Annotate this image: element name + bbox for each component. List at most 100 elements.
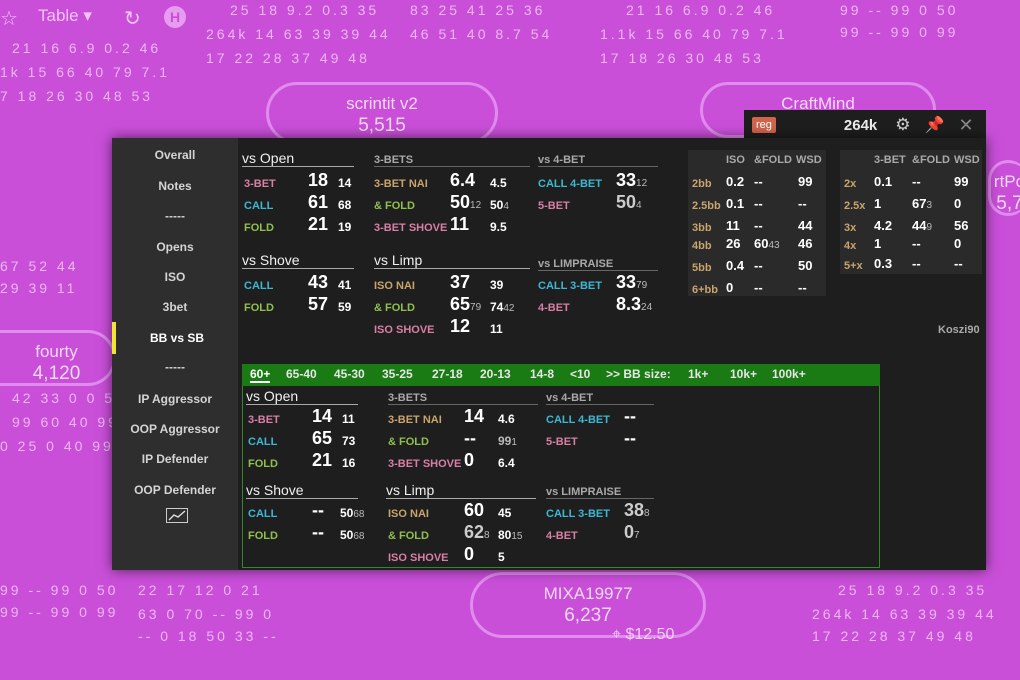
table-cell[interactable]: 56 bbox=[954, 218, 968, 233]
table-cell[interactable]: -- bbox=[912, 236, 921, 251]
table-cell[interactable]: 6043 bbox=[754, 236, 780, 251]
stat-value[interactable]: 3312 bbox=[616, 170, 647, 191]
table-cell[interactable]: 26 bbox=[726, 236, 740, 251]
popup-titlebar[interactable]: reg 264k ⚙ 📌 ✕ bbox=[744, 110, 986, 140]
tab-1k-plus[interactable]: 1k+ bbox=[688, 367, 708, 381]
table-cell[interactable]: 0 bbox=[726, 280, 733, 295]
tab-27-18[interactable]: 27-18 bbox=[432, 367, 463, 381]
stat-value[interactable]: 388 bbox=[624, 500, 650, 521]
stat-value[interactable]: 61 bbox=[308, 192, 328, 213]
stat-value[interactable]: 21 bbox=[312, 450, 332, 471]
gear-icon[interactable]: ⚙ bbox=[895, 115, 910, 135]
tab-less-than-10[interactable]: <10 bbox=[570, 367, 590, 381]
stat-value[interactable]: 21 bbox=[308, 214, 328, 235]
close-icon[interactable]: ✕ bbox=[958, 115, 973, 136]
stat-value[interactable]: 37 bbox=[450, 272, 470, 293]
table-cell[interactable]: 0.1 bbox=[726, 196, 744, 211]
table-cell[interactable]: 44 bbox=[798, 218, 812, 233]
stat-value[interactable]: 8.324 bbox=[616, 294, 652, 315]
stat-value[interactable]: 5012 bbox=[450, 192, 481, 213]
table-cell[interactable]: 1 bbox=[874, 196, 881, 211]
stat-value[interactable]: 14 bbox=[312, 406, 332, 427]
sidebar-item-overall[interactable]: Overall bbox=[112, 148, 238, 162]
hud-icon[interactable]: H bbox=[164, 6, 186, 28]
table-cell[interactable]: -- bbox=[754, 196, 763, 211]
table-cell[interactable]: 0 bbox=[954, 236, 961, 251]
column-header: WSD bbox=[796, 154, 822, 166]
sidebar-item-notes[interactable]: Notes bbox=[112, 179, 238, 193]
refresh-icon[interactable]: ↻ bbox=[124, 6, 141, 31]
table-cell[interactable]: 0.3 bbox=[874, 256, 892, 271]
table-cell[interactable]: -- bbox=[912, 256, 921, 271]
stat-value[interactable]: -- bbox=[312, 522, 324, 543]
stat-value[interactable]: 6.4 bbox=[450, 170, 475, 191]
table-cell[interactable]: -- bbox=[754, 218, 763, 233]
tab-10k-plus[interactable]: 10k+ bbox=[730, 367, 757, 381]
stat-value[interactable]: 43 bbox=[308, 272, 328, 293]
sidebar-item-ip-aggressor[interactable]: IP Aggressor bbox=[112, 392, 238, 406]
stat-value[interactable]: -- bbox=[624, 428, 636, 449]
stat-value[interactable]: 60 bbox=[464, 500, 484, 521]
stat-value[interactable]: -- bbox=[464, 428, 476, 449]
table-cell[interactable]: -- bbox=[754, 174, 763, 189]
tab-20-13[interactable]: 20-13 bbox=[480, 367, 511, 381]
table-cell[interactable]: 449 bbox=[912, 218, 932, 233]
stat-value-sample: 504 bbox=[490, 198, 509, 212]
stat-value[interactable]: 12 bbox=[450, 316, 470, 337]
tab-14-8[interactable]: 14-8 bbox=[530, 367, 554, 381]
table-cell[interactable]: 0 bbox=[954, 196, 961, 211]
tab-65-40[interactable]: 65-40 bbox=[286, 367, 317, 381]
stat-value-sample: 8015 bbox=[498, 528, 523, 542]
stat-value[interactable]: 0 bbox=[464, 544, 474, 565]
table-cell[interactable]: 99 bbox=[954, 174, 968, 189]
table-cell[interactable]: 11 bbox=[726, 218, 740, 233]
stat-value[interactable]: -- bbox=[312, 500, 324, 521]
table-cell[interactable]: -- bbox=[912, 174, 921, 189]
stat-value[interactable]: 57 bbox=[308, 294, 328, 315]
stat-value[interactable]: -- bbox=[624, 406, 636, 427]
stat-value[interactable]: 504 bbox=[616, 192, 642, 213]
table-selector[interactable]: Table ▾ bbox=[38, 6, 92, 26]
table-cell[interactable]: 0.1 bbox=[874, 174, 892, 189]
tab-35-25[interactable]: 35-25 bbox=[382, 367, 413, 381]
ghost-stat-row: 1k 15 66 40 79 7.1 bbox=[0, 64, 170, 80]
table-cell[interactable]: 673 bbox=[912, 196, 932, 211]
table-cell[interactable]: -- bbox=[954, 256, 963, 271]
stat-value[interactable]: 65 bbox=[312, 428, 332, 449]
sidebar-item-opens[interactable]: Opens bbox=[112, 240, 238, 254]
stat-value[interactable]: 6579 bbox=[450, 294, 481, 315]
table-cell[interactable]: -- bbox=[754, 280, 763, 295]
sidebar-item-oop-aggressor[interactable]: OOP Aggressor bbox=[112, 422, 238, 436]
sidebar-item-oop-defender[interactable]: OOP Defender bbox=[112, 483, 238, 497]
sidebar-item-bb-vs-sb[interactable]: BB vs SB bbox=[112, 322, 238, 354]
table-cell[interactable]: -- bbox=[798, 280, 807, 295]
stat-value[interactable]: 07 bbox=[624, 522, 640, 543]
tab-60plus[interactable]: 60+ bbox=[250, 367, 271, 383]
stat-value[interactable]: 628 bbox=[464, 522, 490, 543]
table-cell[interactable]: -- bbox=[754, 258, 763, 273]
table-cell[interactable]: 99 bbox=[798, 174, 812, 189]
sidebar-item-3bet[interactable]: 3bet bbox=[112, 300, 238, 314]
table-cell[interactable]: 1 bbox=[874, 236, 881, 251]
table-cell[interactable]: 50 bbox=[798, 258, 812, 273]
stat-value-sample: 16 bbox=[342, 456, 356, 470]
pin-icon[interactable]: 📌 bbox=[925, 115, 945, 135]
stat-value[interactable]: 18 bbox=[308, 170, 328, 191]
sidebar-item-ip-defender[interactable]: IP Defender bbox=[112, 452, 238, 466]
table-cell[interactable]: 0.2 bbox=[726, 174, 744, 189]
stat-label: & FOLD bbox=[374, 200, 415, 212]
table-cell[interactable]: -- bbox=[798, 196, 807, 211]
chart-icon[interactable] bbox=[166, 508, 188, 523]
stat-value[interactable]: 0 bbox=[464, 450, 474, 471]
tab-100k-plus[interactable]: 100k+ bbox=[772, 367, 806, 381]
stat-value[interactable]: 3379 bbox=[616, 272, 647, 293]
sidebar-separator: ----- bbox=[165, 209, 185, 223]
stat-value[interactable]: 11 bbox=[450, 214, 469, 235]
ghost-stat-row: 264k 14 63 39 39 44 bbox=[812, 606, 997, 622]
stat-value[interactable]: 14 bbox=[464, 406, 484, 427]
table-cell[interactable]: 46 bbox=[798, 236, 812, 251]
table-cell[interactable]: 4.2 bbox=[874, 218, 892, 233]
sidebar-item-iso[interactable]: ISO bbox=[112, 270, 238, 284]
tab-45-30[interactable]: 45-30 bbox=[334, 367, 365, 381]
table-cell[interactable]: 0.4 bbox=[726, 258, 744, 273]
